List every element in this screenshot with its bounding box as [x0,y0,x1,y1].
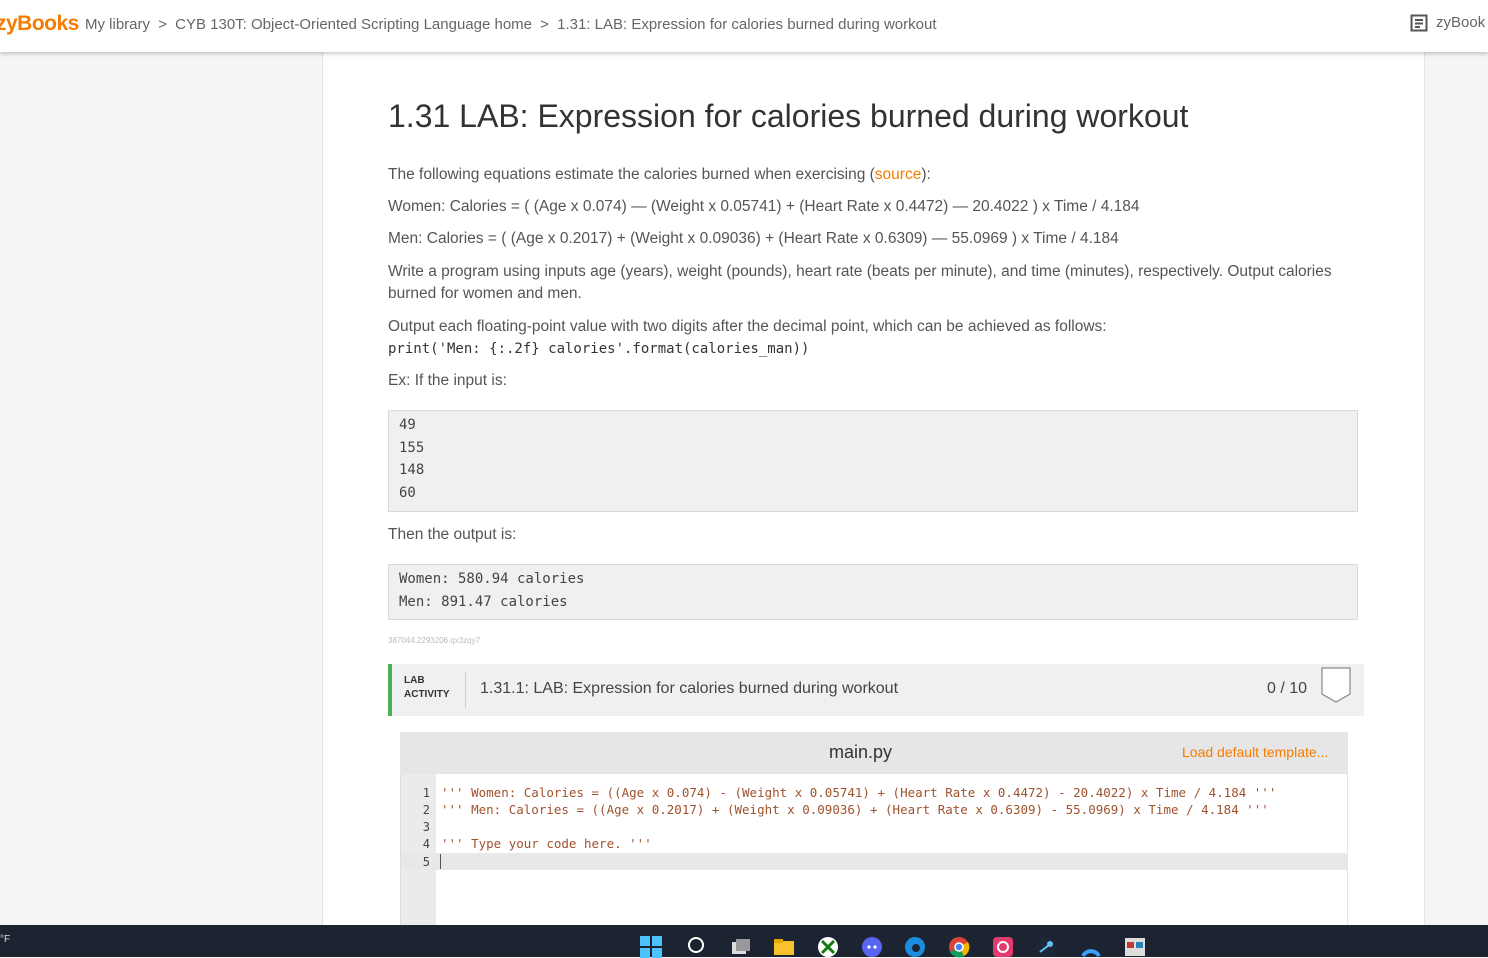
edge-icon[interactable] [904,936,926,958]
editor-filename: main.py [829,742,893,762]
code-line[interactable]: ''' Type your code here. ''' [441,836,652,851]
example-output-box: Women: 580.94 calories Men: 891.47 calor… [388,564,1358,620]
lab-editor-area: main.py Load default template... 1 2 3 4… [388,716,1360,925]
code-editor: main.py Load default template... 1 2 3 4… [400,732,1348,925]
zybook-menu[interactable]: zyBook [1410,14,1485,32]
line-number: 3 [422,820,430,834]
arc-icon[interactable] [1080,936,1102,958]
zybooks-logo[interactable]: zyBooks [0,12,79,36]
code-line[interactable]: ''' Women: Calories = ((Age x 0.074) - (… [441,785,1276,800]
breadcrumb-separator: > [540,16,549,33]
intro-suffix: ): [921,166,931,183]
active-line-highlight [401,853,1347,870]
women-formula: Women: Calories = ( (Age x 0.074) — (Wei… [388,198,1140,215]
breadcrumb-separator: > [158,16,167,33]
output-line: Men: 891.47 calories [399,593,568,610]
intro-paragraph: The following equations estimate the cal… [388,164,1358,186]
lab-activity-title: 1.31.1: LAB: Expression for calories bur… [480,680,899,697]
breadcrumb-current-section: 1.31: LAB: Expression for calories burne… [557,16,937,33]
input-line: 155 [399,439,425,456]
output-intro: Then the output is: [388,526,517,543]
intro-text: The following equations estimate the cal… [388,166,875,183]
line-number-gutter: 1 2 3 4 [401,774,436,925]
lab-tag-line: LAB [404,675,425,686]
windows-taskbar: °F [0,925,1488,958]
example-input-box: 49 155 148 60 [388,410,1358,512]
content-page: 1.31 LAB: Expression for calories burned… [322,52,1425,925]
input-intro: Ex: If the input is: [388,372,507,389]
book-icon [1410,14,1428,32]
format-code-example: print('Men: {:.2f} calories'.format(calo… [388,341,810,357]
line-number: 2 [422,803,430,817]
right-gutter [1424,52,1488,925]
windows-start-icon[interactable] [640,936,662,958]
tracking-id: 387044.2293206.qx3zqy7 [388,636,481,645]
editor-header: main.py Load default template... [400,732,1348,772]
task-view-icon[interactable] [730,936,752,958]
breadcrumb: My library > CYB 130T: Object-Oriented S… [85,16,940,33]
section-title: 1.31 LAB: Expression for calories burned… [388,98,1189,134]
discord-icon[interactable] [861,936,883,958]
load-default-template-link[interactable]: Load default template... [1182,744,1328,760]
zybook-label: zyBook [1436,14,1486,31]
breadcrumb-course-home[interactable]: CYB 130T: Object-Oriented Scripting Lang… [175,16,532,33]
input-line: 49 [399,417,416,433]
men-formula: Men: Calories = ( (Age x 0.2017) + (Weig… [388,230,1119,247]
lab-score: 0 / 10 [1267,680,1308,697]
top-bar: zyBooks My library > CYB 130T: Object-Or… [0,0,1488,52]
breadcrumb-my-library[interactable]: My library [85,16,150,33]
weather-widget[interactable]: °F [0,934,10,945]
app-window-icon[interactable] [1124,936,1146,958]
instructions-paragraph: Write a program using inputs age (years)… [388,263,1332,302]
line-number: 4 [422,837,430,851]
file-explorer-icon[interactable] [773,936,795,958]
search-icon[interactable] [686,936,708,958]
left-sidebar [0,52,322,925]
app-icon[interactable] [992,936,1014,958]
line-number: 1 [422,786,430,800]
completion-badge-icon [1321,667,1351,703]
input-line: 60 [399,484,416,501]
code-line[interactable]: ''' Men: Calories = ((Age x 0.2017) + (W… [441,802,1269,817]
output-line: Women: 580.94 calories [399,571,585,587]
xbox-icon[interactable] [817,936,839,958]
text-cursor [440,854,441,869]
editor-text-area[interactable]: 1 2 3 4 5 ''' Women: Calories = ((Age x … [400,774,1347,925]
divider [465,672,466,708]
lab-tag-line: ACTIVITY [404,689,450,700]
lab-activity-header: LAB ACTIVITY 1.31.1: LAB: Expression for… [388,664,1364,716]
input-line: 148 [399,462,425,478]
line-number: 5 [422,855,430,869]
format-note: Output each floating-point value with tw… [388,318,1107,335]
source-link[interactable]: source [875,166,922,183]
chrome-icon[interactable] [948,936,970,958]
lab-activity-tag: LAB ACTIVITY [404,674,450,702]
steam-icon[interactable] [1036,936,1058,958]
